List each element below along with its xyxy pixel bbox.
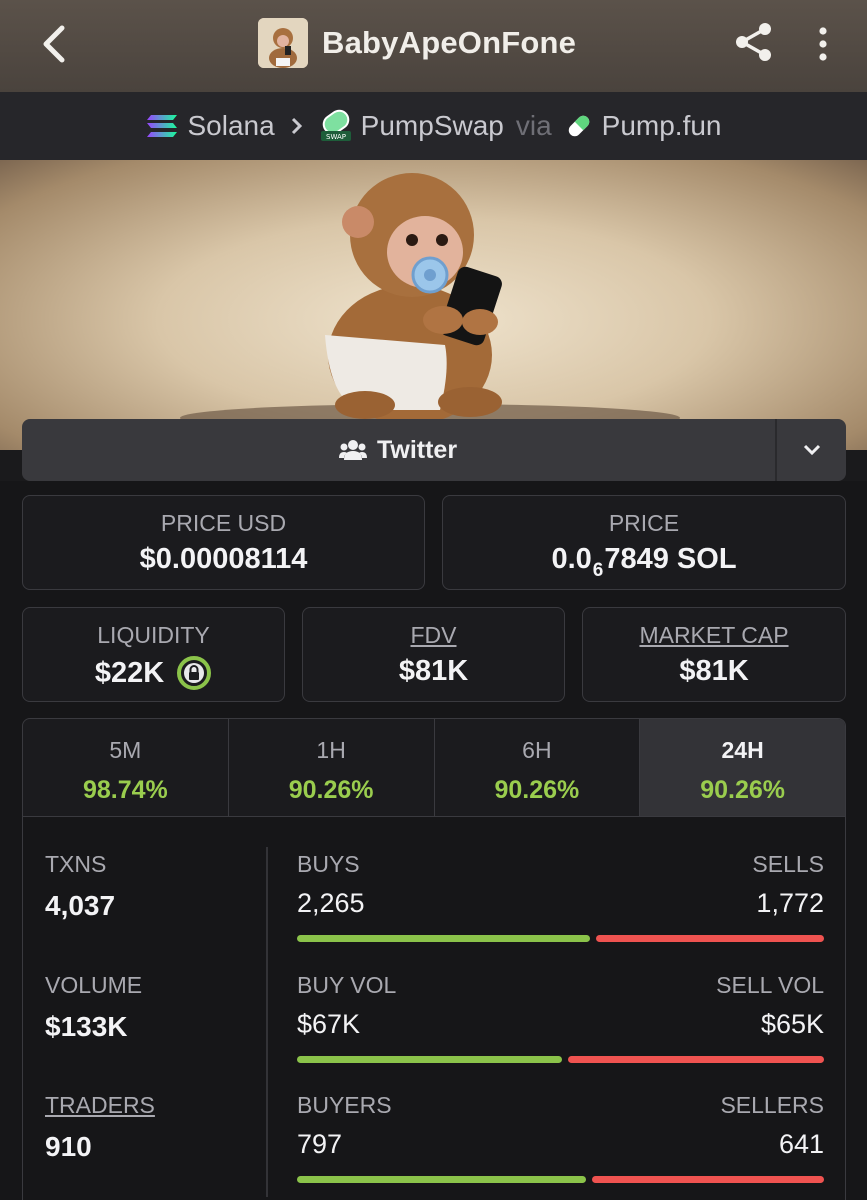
volume-value: $133K: [45, 1011, 128, 1042]
liquidity-value: $22K: [94, 656, 165, 689]
buys-sells-row: BUYS SELLS 2,265 1,772: [297, 851, 824, 942]
svg-text:SWAP: SWAP: [326, 133, 346, 141]
token-name: BabyApeOnFone: [322, 25, 577, 60]
price-change: 90.26%: [700, 776, 786, 804]
tab-1h[interactable]: 1H 90.26%: [229, 719, 435, 816]
timeframe-tabs: 5M 98.74% 1H 90.26% 6H 90.26% 24H 90.26%: [22, 718, 846, 817]
buys-bar-fill: [297, 935, 590, 942]
price-sol-card: PRICE 0.067849 SOL: [442, 495, 846, 590]
price-sol-label: PRICE: [608, 510, 680, 536]
tab-label: 5M: [109, 737, 142, 763]
fdv-value: $81K: [398, 655, 469, 687]
breadcrumb-launchpad[interactable]: Pump.fun: [564, 110, 722, 142]
volume-label: VOLUME: [45, 972, 143, 998]
breadcrumb-chain[interactable]: Solana: [145, 110, 275, 142]
liquidity-label: LIQUIDITY: [97, 622, 210, 648]
buy-vol-label: BUY VOL: [297, 972, 397, 998]
buy-sell-volume-bar: [297, 1056, 824, 1063]
sells-value: 1,772: [756, 888, 824, 918]
tab-label: 24H: [721, 737, 764, 763]
sell-vol-bar-fill: [568, 1056, 824, 1063]
solana-logo-icon: [147, 115, 178, 137]
sellers-bar-fill: [592, 1176, 824, 1183]
price-usd-label: PRICE USD: [160, 510, 287, 536]
pumpfun-pill-icon: [568, 115, 589, 137]
price-sol-rest: 7849 SOL: [604, 543, 737, 575]
dex-label: PumpSwap: [360, 110, 504, 141]
sell-vol-label: SELL VOL: [716, 972, 824, 998]
volume-stat: VOLUME $133K: [45, 972, 142, 1043]
buys-value: 2,265: [297, 888, 365, 918]
breadcrumb: Solana SWAP PumpSwap via Pump.fun: [0, 92, 867, 160]
buys-sells-bar: [297, 935, 824, 942]
liquidity-card: LIQUIDITY $22K: [22, 607, 285, 702]
links-dropdown-button[interactable]: [775, 419, 846, 481]
tab-label: 1H: [316, 737, 346, 763]
lock-icon[interactable]: [176, 655, 212, 691]
market-cap-label[interactable]: MARKET CAP: [583, 622, 845, 649]
buyers-bar-fill: [297, 1176, 586, 1183]
more-options-icon[interactable]: [806, 22, 840, 66]
via-label: via: [515, 110, 552, 141]
sell-vol-value: $65K: [760, 1009, 824, 1039]
sellers-label: SELLERS: [720, 1092, 824, 1118]
buy-vol-bar-fill: [297, 1056, 562, 1063]
price-sol-prefix: 0.0: [551, 543, 592, 575]
token-title-group: BabyApeOnFone: [258, 16, 576, 70]
launchpad-label: Pump.fun: [601, 110, 722, 141]
txns-value: 4,037: [45, 890, 116, 921]
price-change: 90.26%: [494, 776, 580, 804]
stats-divider: [266, 847, 268, 1197]
twitter-label: Twitter: [376, 435, 458, 464]
buyers-label: BUYERS: [297, 1092, 392, 1118]
transaction-stats: TXNS 4,037 VOLUME $133K TRADERS 910 BUYS…: [22, 817, 846, 1200]
price-change: 98.74%: [82, 776, 168, 804]
txns-stat: TXNS 4,037: [45, 851, 115, 922]
price-sol-value: 0.067849 SOL: [443, 543, 845, 582]
txns-label: TXNS: [45, 851, 107, 877]
buys-label: BUYS: [297, 851, 360, 877]
buyers-sellers-bar: [297, 1176, 824, 1183]
twitter-button[interactable]: Twitter: [22, 419, 774, 481]
market-cap-card: MARKET CAP $81K: [582, 607, 846, 702]
back-arrow-icon[interactable]: [34, 20, 74, 68]
chain-label: Solana: [187, 110, 275, 141]
social-links-bar: Twitter: [22, 419, 846, 481]
tab-24h[interactable]: 24H 90.26%: [640, 719, 845, 816]
pumpswap-logo-icon: SWAP: [320, 109, 351, 141]
token-avatar: [258, 18, 308, 68]
tab-6h[interactable]: 6H 90.26%: [435, 719, 641, 816]
tab-label: 6H: [522, 737, 552, 763]
sellers-value: 641: [778, 1129, 824, 1159]
fdv-card: FDV $81K: [302, 607, 565, 702]
token-banner-image: [0, 160, 867, 450]
price-sol-zero-count: 6: [592, 560, 604, 581]
chevron-right-icon: [289, 115, 305, 137]
fdv-label[interactable]: FDV: [303, 622, 564, 649]
users-group-icon: [338, 440, 367, 460]
sells-label: SELLS: [752, 851, 824, 877]
price-usd-value: $0.00008114: [139, 543, 308, 575]
traders-label[interactable]: TRADERS: [45, 1092, 155, 1119]
traders-stat: TRADERS 910: [45, 1092, 155, 1163]
liquidity-value-row: $22K: [23, 655, 284, 691]
buy-sell-volume-row: BUY VOL SELL VOL $67K $65K: [297, 972, 824, 1063]
breadcrumb-dex[interactable]: SWAP PumpSwap: [319, 109, 504, 143]
share-icon[interactable]: [732, 20, 776, 64]
tab-5m[interactable]: 5M 98.74%: [23, 719, 229, 816]
traders-value: 910: [45, 1131, 92, 1162]
buy-vol-value: $67K: [297, 1009, 361, 1039]
buyers-value: 797: [297, 1129, 343, 1159]
price-change: 90.26%: [288, 776, 374, 804]
chevron-down-icon: [803, 444, 820, 456]
market-cap-value: $81K: [679, 655, 749, 687]
top-bar: BabyApeOnFone: [0, 0, 867, 92]
buyers-sellers-row: BUYERS SELLERS 797 641: [297, 1092, 824, 1183]
price-usd-card: PRICE USD $0.00008114: [22, 495, 425, 590]
sells-bar-fill: [596, 935, 824, 942]
